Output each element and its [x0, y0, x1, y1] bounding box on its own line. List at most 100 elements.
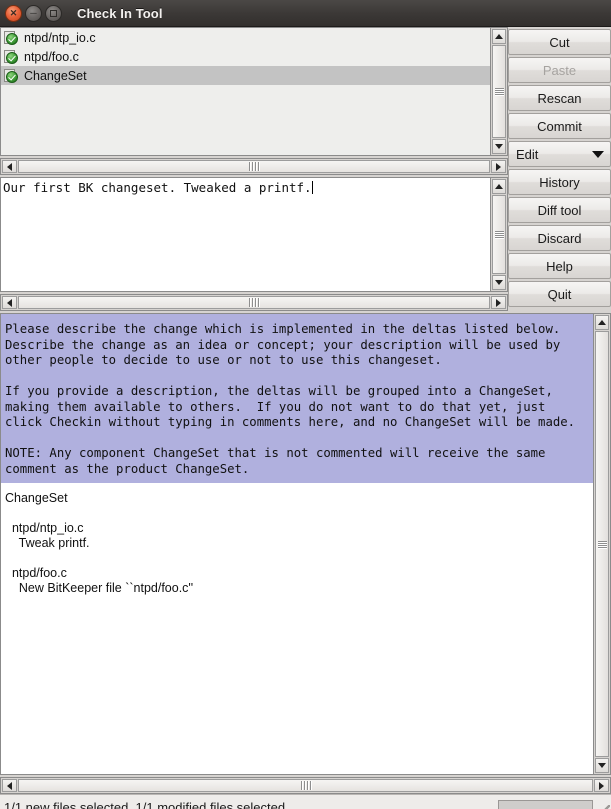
- triangle-right-icon: [496, 162, 501, 171]
- cut-button-label: Cut: [549, 34, 570, 50]
- detail-pane-region: Please describe the change which is impl…: [0, 313, 611, 775]
- file-list-item-selected[interactable]: ChangeSet: [1, 66, 490, 85]
- comment-input[interactable]: Our first BK changeset. Tweaked a printf…: [0, 177, 491, 292]
- file-list-item[interactable]: ntpd/foo.c: [1, 47, 490, 66]
- triangle-right-icon: [599, 781, 604, 790]
- scroll-down-button[interactable]: [492, 139, 506, 155]
- paste-button[interactable]: Paste: [508, 57, 611, 83]
- grip-icon: [300, 781, 312, 790]
- changeset-detail-text: ChangeSet ntpd/ntp_io.c Tweak printf. nt…: [5, 491, 194, 595]
- history-button[interactable]: History: [508, 169, 611, 195]
- scroll-track[interactable]: [492, 195, 506, 274]
- close-icon: ✕: [9, 7, 18, 18]
- triangle-up-icon: [598, 320, 606, 325]
- window-title: Check In Tool: [77, 5, 163, 21]
- file-checked-icon: [4, 49, 19, 64]
- triangle-down-icon: [598, 763, 606, 768]
- edit-dropdown[interactable]: Edit: [508, 141, 611, 167]
- commit-button[interactable]: Commit: [508, 113, 611, 139]
- grip-icon: [597, 540, 607, 549]
- detail-pane[interactable]: Please describe the change which is impl…: [0, 313, 594, 775]
- help-button[interactable]: Help: [508, 253, 611, 279]
- grip-icon: [494, 87, 504, 96]
- scroll-left-button[interactable]: [2, 160, 17, 174]
- left-column: ntpd/ntp_io.c ntpd/foo.c ChangeSet Our f…: [0, 27, 508, 311]
- scroll-up-button[interactable]: [492, 179, 506, 195]
- scroll-up-button[interactable]: [492, 29, 506, 44]
- diff-tool-button[interactable]: Diff tool: [508, 197, 611, 223]
- rescan-button-label: Rescan: [537, 90, 582, 106]
- triangle-down-icon: [495, 280, 503, 285]
- scroll-thumb[interactable]: [18, 160, 490, 174]
- edit-dropdown-label: Edit: [516, 146, 539, 162]
- help-button-label: Help: [546, 258, 573, 274]
- grip-icon: [494, 230, 504, 239]
- file-list-vertical-scrollbar[interactable]: [491, 27, 508, 157]
- grip-icon: [248, 298, 260, 307]
- file-checked-icon: [4, 30, 19, 45]
- file-list-horizontal-scrollbar[interactable]: [0, 158, 508, 176]
- progress-indicator: [498, 800, 593, 809]
- close-window-button[interactable]: ✕: [5, 4, 22, 22]
- scroll-track[interactable]: [18, 779, 593, 792]
- scroll-thumb[interactable]: [595, 331, 609, 757]
- scroll-track[interactable]: [18, 296, 490, 309]
- text-caret: [311, 181, 313, 195]
- detail-pane-vertical-scrollbar[interactable]: [594, 313, 611, 775]
- detail-pane-horizontal-scrollbar[interactable]: [0, 777, 611, 794]
- triangle-left-icon: [7, 162, 12, 171]
- file-list-item-label: ChangeSet: [24, 68, 87, 83]
- file-list-item-label: ntpd/foo.c: [24, 49, 79, 64]
- scroll-right-button[interactable]: [491, 160, 506, 174]
- scroll-right-button[interactable]: [491, 296, 506, 309]
- scroll-right-button[interactable]: [594, 779, 609, 792]
- triangle-up-icon: [495, 184, 503, 190]
- file-list-region: ntpd/ntp_io.c ntpd/foo.c ChangeSet: [0, 27, 508, 157]
- diff-tool-button-label: Diff tool: [537, 202, 582, 218]
- chevron-down-icon: [592, 150, 604, 158]
- discard-button-label: Discard: [537, 230, 582, 246]
- scroll-left-button[interactable]: [2, 296, 17, 309]
- file-list-item[interactable]: ntpd/ntp_io.c: [1, 28, 490, 47]
- comment-editor-region: Our first BK changeset. Tweaked a printf…: [0, 177, 508, 292]
- maximize-window-button[interactable]: [45, 4, 62, 22]
- scroll-down-button[interactable]: [595, 758, 609, 773]
- paste-button-label: Paste: [542, 62, 577, 78]
- file-checked-icon: [4, 68, 19, 83]
- comment-horizontal-scrollbar[interactable]: [0, 294, 508, 311]
- triangle-left-icon: [7, 298, 12, 307]
- triangle-down-icon: [495, 144, 503, 150]
- minimize-window-button[interactable]: ─: [25, 4, 42, 22]
- scroll-thumb[interactable]: [18, 296, 490, 309]
- file-list[interactable]: ntpd/ntp_io.c ntpd/foo.c ChangeSet: [0, 27, 491, 157]
- scroll-down-button[interactable]: [492, 275, 506, 290]
- comment-vertical-scrollbar[interactable]: [491, 177, 508, 292]
- maximize-icon: [50, 9, 57, 17]
- minimize-icon: ─: [30, 7, 37, 18]
- scroll-left-button[interactable]: [2, 779, 17, 792]
- scroll-thumb[interactable]: [18, 779, 593, 792]
- triangle-up-icon: [495, 34, 503, 39]
- discard-button[interactable]: Discard: [508, 225, 611, 251]
- scroll-thumb[interactable]: [492, 45, 506, 139]
- scroll-track[interactable]: [18, 160, 490, 174]
- scroll-up-button[interactable]: [595, 315, 609, 330]
- scroll-track[interactable]: [492, 45, 506, 139]
- resize-grip-icon[interactable]: [596, 805, 610, 809]
- window-titlebar: ✕ ─ Check In Tool: [0, 0, 611, 27]
- triangle-right-icon: [496, 298, 501, 307]
- rescan-button[interactable]: Rescan: [508, 85, 611, 111]
- quit-button-label: Quit: [547, 286, 572, 302]
- action-button-column: Cut Paste Rescan Commit Edit History Dif…: [508, 27, 611, 311]
- comment-text: Our first BK changeset. Tweaked a printf…: [3, 180, 312, 196]
- cut-button[interactable]: Cut: [508, 29, 611, 55]
- scroll-track[interactable]: [595, 331, 609, 757]
- top-section: ntpd/ntp_io.c ntpd/foo.c ChangeSet Our f…: [0, 27, 611, 311]
- commit-button-label: Commit: [537, 118, 582, 134]
- window-body: ntpd/ntp_io.c ntpd/foo.c ChangeSet Our f…: [0, 27, 611, 809]
- instructions-text: Please describe the change which is impl…: [1, 314, 593, 483]
- quit-button[interactable]: Quit: [508, 281, 611, 307]
- history-button-label: History: [539, 174, 580, 190]
- scroll-thumb[interactable]: [492, 195, 506, 274]
- status-bar: 1/1 new files selected, 1/1 modified fil…: [0, 794, 611, 809]
